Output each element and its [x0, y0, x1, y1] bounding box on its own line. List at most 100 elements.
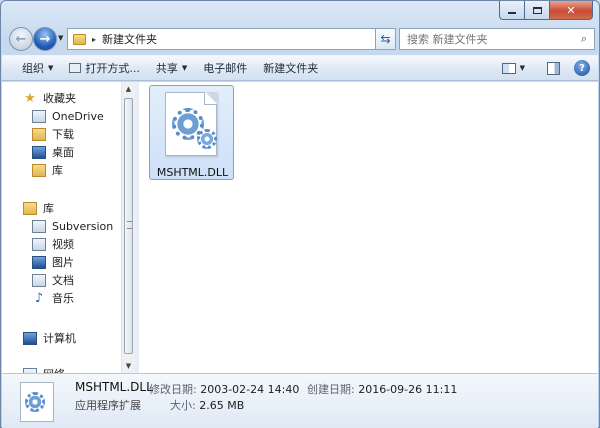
grip-icon: [127, 221, 132, 229]
back-button[interactable]: ←: [9, 27, 33, 51]
file-list[interactable]: MSHTML.DLL: [139, 82, 598, 373]
sidebar-item-computer[interactable]: 计算机: [23, 329, 76, 347]
modified-label: 修改日期:: [149, 383, 197, 396]
back-arrow-icon: ←: [15, 31, 27, 47]
view-icon: [501, 62, 516, 74]
sidebar-item-subversion[interactable]: Subversion: [32, 217, 113, 235]
gear-icon: [25, 392, 45, 412]
sidebar-group-label: 库: [43, 202, 54, 215]
sidebar-item-libraries-fav[interactable]: 库: [32, 161, 63, 179]
sidebar-item-label: Subversion: [52, 219, 114, 233]
sidebar-group-label: 收藏夹: [43, 92, 76, 105]
pictures-icon: [32, 255, 46, 269]
details-pane: MSHTML.DLL 应用程序扩展 修改日期: 2003-02-24 14:40…: [2, 373, 598, 428]
details-size: 大小: 2.65 MB: [170, 397, 244, 413]
dll-file-gear-icon: [20, 382, 54, 422]
explorer-window: ✕ ← → ▼ ▸ 新建文件夹 ▼ ⇆ ⌕ 组织 ▼: [0, 0, 600, 428]
details-created: 创建日期: 2016-09-26 11:11: [307, 381, 457, 397]
size-label: 大小:: [170, 399, 196, 412]
gear-icon: [197, 129, 217, 149]
sidebar-item-label: 图片: [52, 256, 74, 269]
new-folder-button[interactable]: 新建文件夹: [255, 57, 326, 79]
change-view-button[interactable]: ▼: [494, 57, 533, 79]
forward-arrow-icon: →: [39, 31, 51, 47]
sidebar-group-libraries[interactable]: 库: [23, 199, 54, 217]
close-button[interactable]: ✕: [550, 1, 593, 20]
share-button[interactable]: 共享 ▼: [148, 57, 195, 79]
chevron-down-icon: ▼: [519, 64, 525, 72]
chevron-down-icon: ▼: [181, 64, 188, 72]
navigation-scrollbar[interactable]: ▲ ▼: [121, 82, 135, 373]
help-icon[interactable]: ?: [574, 60, 590, 76]
organize-label: 组织: [22, 62, 44, 75]
breadcrumb-separator-icon[interactable]: ▸: [92, 35, 96, 44]
sidebar-group-favorites[interactable]: ★ 收藏夹: [23, 89, 76, 107]
search-box[interactable]: ⌕: [399, 28, 595, 50]
created-label: 创建日期:: [307, 383, 355, 396]
maximize-button[interactable]: [525, 1, 550, 20]
sidebar-item-label: OneDrive: [52, 109, 104, 123]
music-icon: ♪: [34, 290, 44, 306]
modified-value: 2003-02-24 14:40: [200, 383, 300, 396]
libraries-icon: [23, 201, 37, 215]
navigation-bar: ← → ▼ ▸ 新建文件夹 ▼ ⇆ ⌕: [7, 25, 595, 51]
email-label: 电子邮件: [203, 62, 248, 75]
sidebar-item-label: 文档: [52, 274, 74, 287]
sidebar-item-downloads[interactable]: 下载: [32, 125, 74, 143]
address-bar[interactable]: ▸ 新建文件夹 ▼: [67, 28, 395, 50]
star-icon: ★: [24, 90, 36, 106]
details-file-type: 应用程序扩展: [75, 399, 141, 412]
organize-button[interactable]: 组织 ▼: [14, 57, 61, 79]
chevron-down-icon: ▼: [48, 64, 54, 72]
libraries-icon: [32, 163, 46, 177]
sidebar-item-pictures[interactable]: 图片: [32, 253, 74, 271]
toolbar-right: ▼ ?: [494, 57, 598, 79]
details-modified: 修改日期: 2003-02-24 14:40: [149, 381, 299, 397]
open-with-label: 打开方式...: [85, 62, 140, 75]
scroll-down-icon[interactable]: ▼: [122, 359, 135, 373]
caption-buttons: ✕: [499, 1, 593, 20]
scrollbar-thumb[interactable]: [124, 98, 133, 354]
refresh-button[interactable]: ⇆: [375, 28, 396, 50]
minimize-button[interactable]: [499, 1, 525, 20]
video-icon: [32, 237, 46, 251]
maximize-icon: [532, 6, 542, 14]
scroll-up-icon[interactable]: ▲: [122, 82, 135, 96]
forward-button[interactable]: →: [33, 27, 57, 51]
sidebar-item-desktop[interactable]: 桌面: [32, 143, 74, 161]
sidebar-item-videos[interactable]: 视频: [32, 235, 74, 253]
sidebar-item-label: 网络: [43, 366, 65, 373]
new-folder-label: 新建文件夹: [263, 62, 319, 75]
documents-icon: [32, 273, 46, 287]
open-with-button[interactable]: 打开方式...: [61, 57, 148, 79]
refresh-icon: ⇆: [380, 32, 391, 46]
sidebar-item-network[interactable]: 网络: [23, 365, 65, 373]
sidebar-item-label: 音乐: [52, 292, 74, 305]
sidebar-item-label: 计算机: [43, 332, 76, 345]
details-file-name: MSHTML.DLL: [75, 380, 153, 394]
search-input[interactable]: [400, 32, 574, 46]
navigation-pane: ★ 收藏夹 OneDrive 下载 桌面 库 库 Subversion 视频 图…: [2, 82, 135, 373]
sidebar-item-label: 库: [52, 164, 63, 177]
size-value: 2.65 MB: [199, 399, 245, 412]
command-bar: 组织 ▼ 打开方式... 共享 ▼ 电子邮件 新建文件夹 ▼ ?: [2, 55, 598, 81]
email-button[interactable]: 电子邮件: [195, 57, 255, 79]
sidebar-item-label: 下载: [52, 128, 74, 141]
file-name: MSHTML.DLL: [156, 166, 229, 179]
file-item[interactable]: MSHTML.DLL: [149, 85, 234, 180]
sidebar-item-onedrive[interactable]: OneDrive: [32, 107, 104, 125]
recent-pages-dropdown[interactable]: ▼: [58, 34, 63, 42]
computer-icon: [23, 331, 37, 345]
dll-file-gear-icon: [165, 92, 217, 156]
subversion-icon: [32, 219, 46, 233]
sidebar-item-music[interactable]: ♪ 音乐: [32, 289, 74, 307]
search-icon[interactable]: ⌕: [574, 32, 594, 46]
sidebar-item-documents[interactable]: 文档: [32, 271, 74, 289]
breadcrumb-segment[interactable]: 新建文件夹: [102, 31, 378, 47]
onedrive-icon: [32, 109, 46, 123]
sidebar-item-label: 桌面: [52, 146, 74, 159]
preview-pane-icon[interactable]: [547, 61, 560, 75]
desktop-icon: [32, 145, 46, 159]
share-label: 共享: [155, 62, 178, 75]
sidebar-item-label: 视频: [52, 238, 74, 251]
